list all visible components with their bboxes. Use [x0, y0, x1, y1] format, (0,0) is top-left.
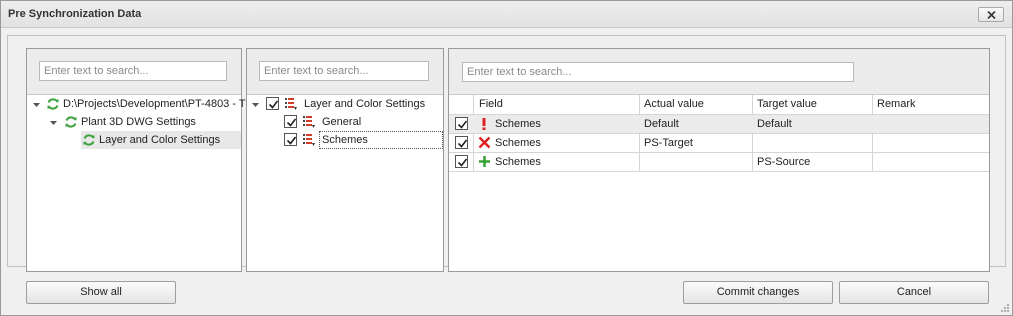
chevron-down-icon[interactable] — [251, 100, 260, 109]
checkmark-icon — [286, 118, 297, 127]
tree-item-label: General — [322, 116, 362, 128]
left-panel-header — [27, 49, 241, 95]
tree-item-plant3d[interactable]: Plant 3D DWG Settings — [27, 113, 241, 131]
chevron-down-icon[interactable] — [49, 118, 58, 127]
sync-icon — [47, 98, 59, 110]
commit-changes-button[interactable]: Commit changes — [683, 281, 833, 304]
cell-field: Schemes — [495, 137, 541, 149]
checkmark-icon — [457, 139, 468, 148]
column-header-remark[interactable]: Remark — [877, 95, 916, 114]
column-header-field[interactable]: Field — [479, 95, 503, 114]
tree-item-layer-color[interactable]: Layer and Color Settings — [247, 95, 443, 113]
tree-item-label: Layer and Color Settings — [99, 134, 221, 146]
grid-search-input[interactable] — [462, 62, 854, 82]
tree-item-schemes[interactable]: Schemes — [247, 131, 443, 149]
middle-tree-panel: Layer and Color Settings General Schemes — [246, 48, 444, 272]
row-checkbox[interactable] — [455, 136, 468, 149]
checkmark-icon — [268, 100, 279, 109]
green-plus-icon — [479, 156, 490, 167]
tree-item-project[interactable]: D:\Projects\Development\PT-4803 - T — [27, 95, 246, 113]
dialog-window: Pre Synchronization Data D:\Projects\Dev… — [0, 0, 1013, 316]
cell-target: Default — [757, 118, 792, 130]
row-checkbox[interactable] — [455, 117, 468, 130]
middle-search-input[interactable] — [259, 61, 429, 81]
cell-actual: PS-Target — [644, 137, 693, 149]
tree-item-layer-color[interactable]: Layer and Color Settings — [81, 131, 241, 149]
show-all-button[interactable]: Show all — [26, 281, 176, 304]
column-header-actual[interactable]: Actual value — [644, 95, 704, 114]
checkbox[interactable] — [284, 133, 297, 146]
compare-grid-panel: Field Actual value Target value Remark S… — [448, 48, 990, 272]
red-x-icon — [478, 136, 491, 149]
list-icon — [285, 98, 297, 110]
window-title: Pre Synchronization Data — [8, 8, 142, 20]
tree-item-label: Layer and Color Settings — [304, 98, 426, 110]
middle-panel-header — [247, 49, 443, 95]
cell-field: Schemes — [495, 118, 541, 130]
sync-icon — [65, 116, 77, 128]
tree-item-general[interactable]: General — [247, 113, 443, 131]
cell-actual: Default — [644, 118, 679, 130]
resize-grip-icon[interactable] — [1000, 303, 1010, 313]
exclamation-icon — [482, 118, 486, 130]
tree-item-label: Schemes — [319, 131, 443, 149]
sync-icon — [83, 134, 95, 146]
close-button[interactable] — [978, 7, 1004, 22]
chevron-down-icon[interactable] — [32, 100, 41, 109]
checkbox[interactable] — [266, 97, 279, 110]
grid-panel-header — [449, 49, 989, 95]
left-search-input[interactable] — [39, 61, 227, 81]
list-icon — [303, 134, 315, 146]
row-checkbox[interactable] — [455, 155, 468, 168]
checkmark-icon — [286, 136, 297, 145]
title-bar[interactable]: Pre Synchronization Data — [1, 1, 1012, 28]
cell-field: Schemes — [495, 156, 541, 168]
checkmark-icon — [457, 158, 468, 167]
checkmark-icon — [457, 120, 468, 129]
close-icon — [987, 11, 996, 19]
cell-target: PS-Source — [757, 156, 811, 168]
cancel-button[interactable]: Cancel — [839, 281, 989, 304]
checkbox[interactable] — [284, 115, 297, 128]
left-tree-panel: D:\Projects\Development\PT-4803 - T Plan… — [26, 48, 246, 272]
tree-item-label: Plant 3D DWG Settings — [81, 116, 196, 128]
content-area: D:\Projects\Development\PT-4803 - T Plan… — [7, 35, 1006, 304]
tree-item-label: D:\Projects\Development\PT-4803 - T — [63, 98, 246, 110]
column-header-target[interactable]: Target value — [757, 95, 817, 114]
list-icon — [303, 116, 315, 128]
